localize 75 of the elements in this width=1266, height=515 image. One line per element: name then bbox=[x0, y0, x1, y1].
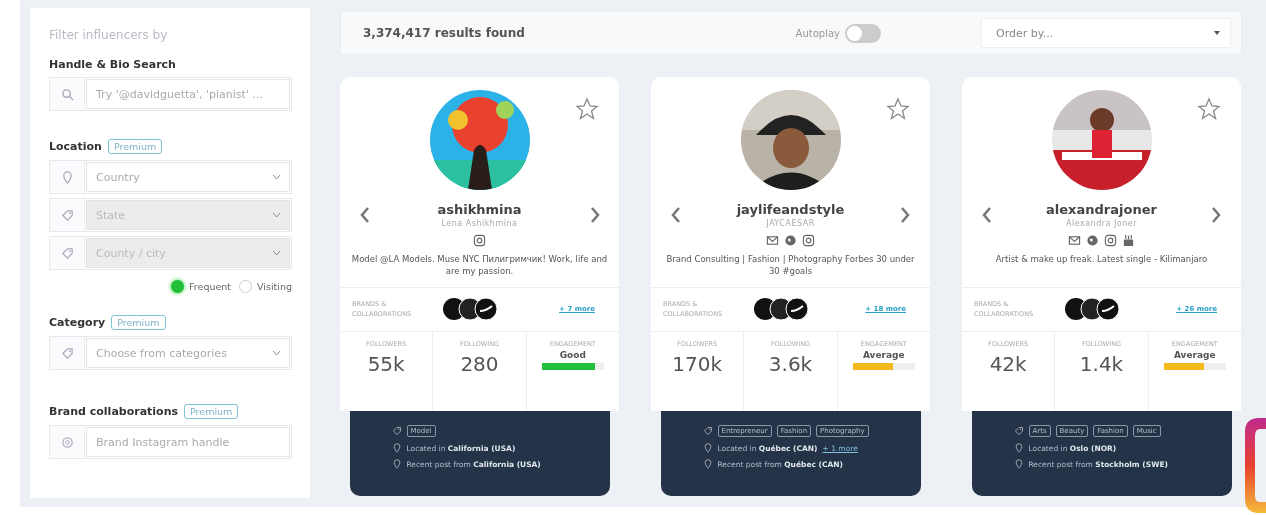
tag-icon bbox=[60, 346, 74, 360]
bio-text: Brand Consulting | Fashion | Photography Forbes 30 under 30 #goals bbox=[665, 253, 916, 277]
username[interactable]: ashikhmina bbox=[437, 202, 522, 217]
star-icon[interactable] bbox=[886, 97, 910, 121]
chevron-right-icon[interactable] bbox=[900, 207, 911, 223]
premium-badge: Premium bbox=[107, 139, 163, 154]
tag-icon bbox=[702, 426, 713, 436]
stat-value: 42k bbox=[989, 352, 1027, 376]
tv-icon[interactable] bbox=[1122, 234, 1135, 247]
radio-label: Visiting bbox=[257, 281, 292, 292]
stat-value: 55k bbox=[367, 352, 405, 376]
filter-heading: Filter influencers by bbox=[49, 28, 169, 42]
engagement-value: Good bbox=[559, 350, 586, 360]
tag-icon bbox=[60, 208, 74, 222]
chevron-right-icon[interactable] bbox=[1211, 207, 1222, 223]
camera-icon[interactable] bbox=[1104, 234, 1117, 247]
pin-icon bbox=[391, 459, 402, 469]
username[interactable]: alexandrajoner bbox=[1046, 202, 1157, 217]
pin-icon bbox=[702, 459, 713, 469]
globe-icon[interactable] bbox=[1086, 234, 1099, 247]
star-icon[interactable] bbox=[575, 97, 599, 121]
chevron-left-icon[interactable] bbox=[981, 207, 992, 223]
full-name: Lena Ashikhmina bbox=[441, 219, 518, 228]
pin-icon bbox=[1013, 459, 1024, 469]
username[interactable]: jaylifeandstyle bbox=[736, 202, 845, 217]
globe-icon[interactable] bbox=[784, 234, 797, 247]
envelope-icon[interactable] bbox=[1068, 234, 1081, 247]
full-name: Alexandra Joner bbox=[1065, 219, 1137, 228]
premium-badge: Premium bbox=[111, 315, 166, 330]
envelope-icon[interactable] bbox=[766, 234, 779, 247]
camera-icon[interactable] bbox=[802, 234, 815, 247]
search-icon bbox=[60, 87, 74, 101]
pin-icon bbox=[391, 443, 402, 453]
app-logo-icon[interactable] bbox=[1245, 418, 1266, 513]
chevron-left-icon[interactable] bbox=[670, 207, 681, 223]
tag-icon bbox=[1013, 426, 1024, 436]
pin-icon bbox=[702, 443, 713, 453]
order-dropdown[interactable]: Order by... bbox=[981, 18, 1231, 48]
search-field[interactable]: Try '@davidguetta', 'pianist' ... bbox=[49, 77, 292, 111]
tag-icon bbox=[60, 246, 74, 260]
stat-value: 3.6k bbox=[768, 352, 813, 376]
brand-field[interactable]: Brand Instagram handle bbox=[49, 425, 292, 459]
stat-value: 280 bbox=[460, 352, 499, 376]
full-name: JAYCAESAR bbox=[766, 219, 815, 228]
camera-icon[interactable] bbox=[473, 234, 486, 247]
chevron-right-icon[interactable] bbox=[589, 207, 600, 223]
caret-icon bbox=[1214, 31, 1220, 35]
section-label: Category bbox=[49, 316, 106, 329]
radio-label: Frequent bbox=[189, 281, 232, 292]
chevron-down-icon bbox=[273, 351, 280, 355]
bio-text: Model @LA Models. Muse NYC Пилигримчик! Work, life and are my passion. bbox=[350, 253, 609, 277]
stat-value: 170k bbox=[672, 352, 723, 376]
tag-icon bbox=[391, 426, 402, 436]
section-label: Location bbox=[49, 140, 102, 153]
engagement-value: Average bbox=[862, 350, 905, 360]
radio-button[interactable] bbox=[171, 280, 185, 293]
chevron-down-icon bbox=[273, 251, 280, 255]
category-dropdown[interactable]: Choose from categories bbox=[49, 336, 292, 370]
chevron-down-icon bbox=[273, 175, 280, 179]
chevron-down-icon bbox=[273, 213, 280, 217]
at-sign-icon bbox=[60, 435, 74, 449]
section-label: Brand collaborations bbox=[49, 405, 179, 418]
autoplay-toggle[interactable] bbox=[845, 23, 881, 43]
location-dropdown[interactable]: Country bbox=[49, 160, 292, 194]
engagement-value: Average bbox=[1173, 350, 1216, 360]
bio-text: Artist & make up freak. Latest single - Kilimanjaro bbox=[994, 253, 1209, 266]
premium-badge: Premium bbox=[184, 404, 239, 419]
results-count: 3,374,417 results found bbox=[363, 26, 526, 40]
pin-icon bbox=[60, 170, 74, 184]
autoplay-label: Autoplay bbox=[795, 27, 840, 39]
section-label: Handle & Bio Search bbox=[49, 58, 176, 71]
stat-value: 1.4k bbox=[1079, 352, 1124, 376]
chevron-left-icon[interactable] bbox=[359, 207, 370, 223]
star-icon[interactable] bbox=[1197, 97, 1221, 121]
pin-icon bbox=[1013, 443, 1024, 453]
